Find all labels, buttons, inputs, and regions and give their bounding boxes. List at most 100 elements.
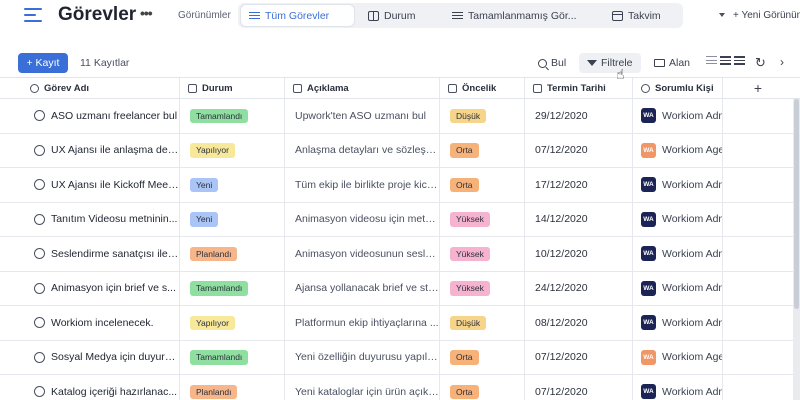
- priority-cell[interactable]: Yüksek: [440, 237, 525, 271]
- tab-calendar[interactable]: Takvim: [604, 5, 680, 26]
- description-cell[interactable]: Tüm ekip ile birlikte proje kick...: [285, 168, 440, 202]
- more-options-icon[interactable]: •••: [140, 5, 153, 21]
- priority-cell[interactable]: Orta: [440, 375, 525, 400]
- status-cell[interactable]: Yapılıyor: [180, 133, 285, 167]
- scrollbar-thumb[interactable]: [794, 99, 799, 309]
- tab-status[interactable]: Durum: [360, 5, 444, 26]
- owner-cell[interactable]: WA Workiom Agen: [633, 133, 723, 167]
- column-header-owner[interactable]: Sorumlu Kişi: [633, 78, 723, 98]
- task-name-cell[interactable]: UX Ajansı ile Kickoff Meet...: [0, 168, 180, 202]
- task-name[interactable]: Animasyon için brief ve s...: [51, 282, 176, 294]
- tab-all-tasks[interactable]: Tüm Görevler: [241, 5, 354, 26]
- chevron-down-icon[interactable]: [719, 13, 725, 17]
- description-cell[interactable]: Anlaşma detayları ve sözleşm...: [285, 133, 440, 167]
- priority-cell[interactable]: Orta: [440, 340, 525, 374]
- task-name-cell[interactable]: Animasyon için brief ve s...: [0, 271, 180, 305]
- due-date-cell[interactable]: 24/12/2020: [525, 271, 633, 305]
- task-name[interactable]: Katalog içeriği hazırlanac...: [51, 386, 177, 398]
- description-cell[interactable]: Platformun ekip ihtiyaçlarına ...: [285, 306, 440, 340]
- owner-cell[interactable]: WA Workiom Adm: [633, 99, 723, 133]
- task-name-cell[interactable]: Tanıtım Videosu metninin...: [0, 202, 180, 236]
- task-name-cell[interactable]: ASO uzmanı freelancer bul: [0, 99, 180, 133]
- owner-cell[interactable]: WA Workiom Adm: [633, 375, 723, 400]
- add-column-button[interactable]: +: [723, 78, 793, 98]
- status-cell[interactable]: Tamamlandı: [180, 271, 285, 305]
- refresh-icon[interactable]: ↻: [755, 55, 766, 71]
- status-cell[interactable]: Yeni: [180, 202, 285, 236]
- complete-checkbox[interactable]: [34, 179, 45, 191]
- due-date-cell[interactable]: 08/12/2020: [525, 306, 633, 340]
- task-name[interactable]: UX Ajansı ile anlaşma det...: [51, 144, 179, 156]
- table-row[interactable]: Seslendirme sanatçısı ile ... Planlandı An…: [0, 237, 794, 272]
- task-name[interactable]: Sosyal Medya için duyuru...: [51, 351, 179, 363]
- due-date-cell[interactable]: 07/12/2020: [525, 133, 633, 167]
- status-cell[interactable]: Tamamlandı: [180, 340, 285, 374]
- column-header-status[interactable]: Durum: [180, 78, 285, 98]
- table-row[interactable]: Tanıtım Videosu metninin... Yeni Animasyon…: [0, 202, 794, 237]
- task-name[interactable]: UX Ajansı ile Kickoff Meet...: [51, 179, 179, 191]
- add-record-button[interactable]: + Kayıt: [18, 53, 68, 73]
- complete-checkbox[interactable]: [34, 144, 45, 156]
- owner-cell[interactable]: WA Workiom Adm: [633, 306, 723, 340]
- task-name-cell[interactable]: Sosyal Medya için duyuru...: [0, 340, 180, 374]
- table-row[interactable]: Animasyon için brief ve s... Tamamlandı Aj…: [0, 271, 794, 306]
- column-header-task-name[interactable]: Görev Adı: [0, 78, 180, 98]
- task-name-cell[interactable]: Workiom incelenecek.: [0, 306, 180, 340]
- filter-button[interactable]: Filtrele: [579, 53, 641, 73]
- density-medium-icon[interactable]: [720, 56, 731, 65]
- description-cell[interactable]: Animasyon videosu için metn...: [285, 202, 440, 236]
- description-cell[interactable]: Ajansa yollanacak brief ve sto...: [285, 271, 440, 305]
- status-cell[interactable]: Yeni: [180, 168, 285, 202]
- complete-checkbox[interactable]: [34, 248, 45, 260]
- task-name-cell[interactable]: UX Ajansı ile anlaşma det...: [0, 133, 180, 167]
- menu-icon[interactable]: [24, 8, 42, 22]
- description-cell[interactable]: Yeni kataloglar için ürün açıkl...: [285, 375, 440, 400]
- column-header-priority[interactable]: Öncelik: [440, 78, 525, 98]
- description-cell[interactable]: Animasyon videosunun sesle...: [285, 237, 440, 271]
- due-date-cell[interactable]: 10/12/2020: [525, 237, 633, 271]
- table-row[interactable]: UX Ajansı ile Kickoff Meet... Yeni Tüm eki…: [0, 168, 794, 203]
- priority-cell[interactable]: Orta: [440, 168, 525, 202]
- status-cell[interactable]: Tamamlandı: [180, 99, 285, 133]
- complete-checkbox[interactable]: [34, 351, 45, 363]
- table-row[interactable]: ASO uzmanı freelancer bul Tamamlandı Upwor…: [0, 99, 794, 134]
- due-date-cell[interactable]: 14/12/2020: [525, 202, 633, 236]
- owner-cell[interactable]: WA Workiom Adm: [633, 237, 723, 271]
- task-name[interactable]: Seslendirme sanatçısı ile ...: [51, 248, 179, 260]
- task-name-cell[interactable]: Seslendirme sanatçısı ile ...: [0, 237, 180, 271]
- task-name[interactable]: Tanıtım Videosu metninin...: [51, 213, 177, 225]
- priority-cell[interactable]: Düşük: [440, 99, 525, 133]
- column-header-description[interactable]: Açıklama: [285, 78, 440, 98]
- priority-cell[interactable]: Orta: [440, 133, 525, 167]
- owner-cell[interactable]: WA Workiom Adm: [633, 271, 723, 305]
- task-name[interactable]: Workiom incelenecek.: [51, 317, 154, 329]
- tab-incomplete[interactable]: Tamamlanmamış Gör...: [444, 5, 588, 26]
- task-name-cell[interactable]: Katalog içeriği hazırlanac...: [0, 375, 180, 400]
- complete-checkbox[interactable]: [34, 213, 45, 225]
- priority-cell[interactable]: Düşük: [440, 306, 525, 340]
- status-cell[interactable]: Planlandı: [180, 237, 285, 271]
- owner-cell[interactable]: WA Workiom Agen: [633, 340, 723, 374]
- density-compact-icon[interactable]: [706, 56, 717, 65]
- priority-cell[interactable]: Yüksek: [440, 202, 525, 236]
- description-cell[interactable]: Yeni özelliğin duyurusu yapıla...: [285, 340, 440, 374]
- due-date-cell[interactable]: 29/12/2020: [525, 99, 633, 133]
- complete-checkbox[interactable]: [34, 282, 45, 294]
- new-view-button[interactable]: + Yeni Görünüm: [733, 10, 800, 21]
- search-button[interactable]: Bul: [538, 53, 566, 73]
- description-cell[interactable]: Upwork'ten ASO uzmanı bul: [285, 99, 440, 133]
- complete-checkbox[interactable]: [34, 110, 45, 122]
- task-name[interactable]: ASO uzmanı freelancer bul: [51, 110, 177, 122]
- chevron-right-icon[interactable]: ›: [780, 55, 784, 69]
- status-cell[interactable]: Yapılıyor: [180, 306, 285, 340]
- priority-cell[interactable]: Yüksek: [440, 271, 525, 305]
- due-date-cell[interactable]: 07/12/2020: [525, 375, 633, 400]
- table-row[interactable]: Workiom incelenecek. Yapılıyor Platformun …: [0, 306, 794, 341]
- due-date-cell[interactable]: 07/12/2020: [525, 340, 633, 374]
- density-large-icon[interactable]: [734, 56, 745, 65]
- owner-cell[interactable]: WA Workiom Adm: [633, 202, 723, 236]
- complete-checkbox[interactable]: [34, 317, 45, 329]
- table-row[interactable]: Katalog içeriği hazırlanac... Planlandı Ye…: [0, 375, 794, 400]
- due-date-cell[interactable]: 17/12/2020: [525, 168, 633, 202]
- table-row[interactable]: Sosyal Medya için duyuru... Tamamlandı Yen…: [0, 340, 794, 375]
